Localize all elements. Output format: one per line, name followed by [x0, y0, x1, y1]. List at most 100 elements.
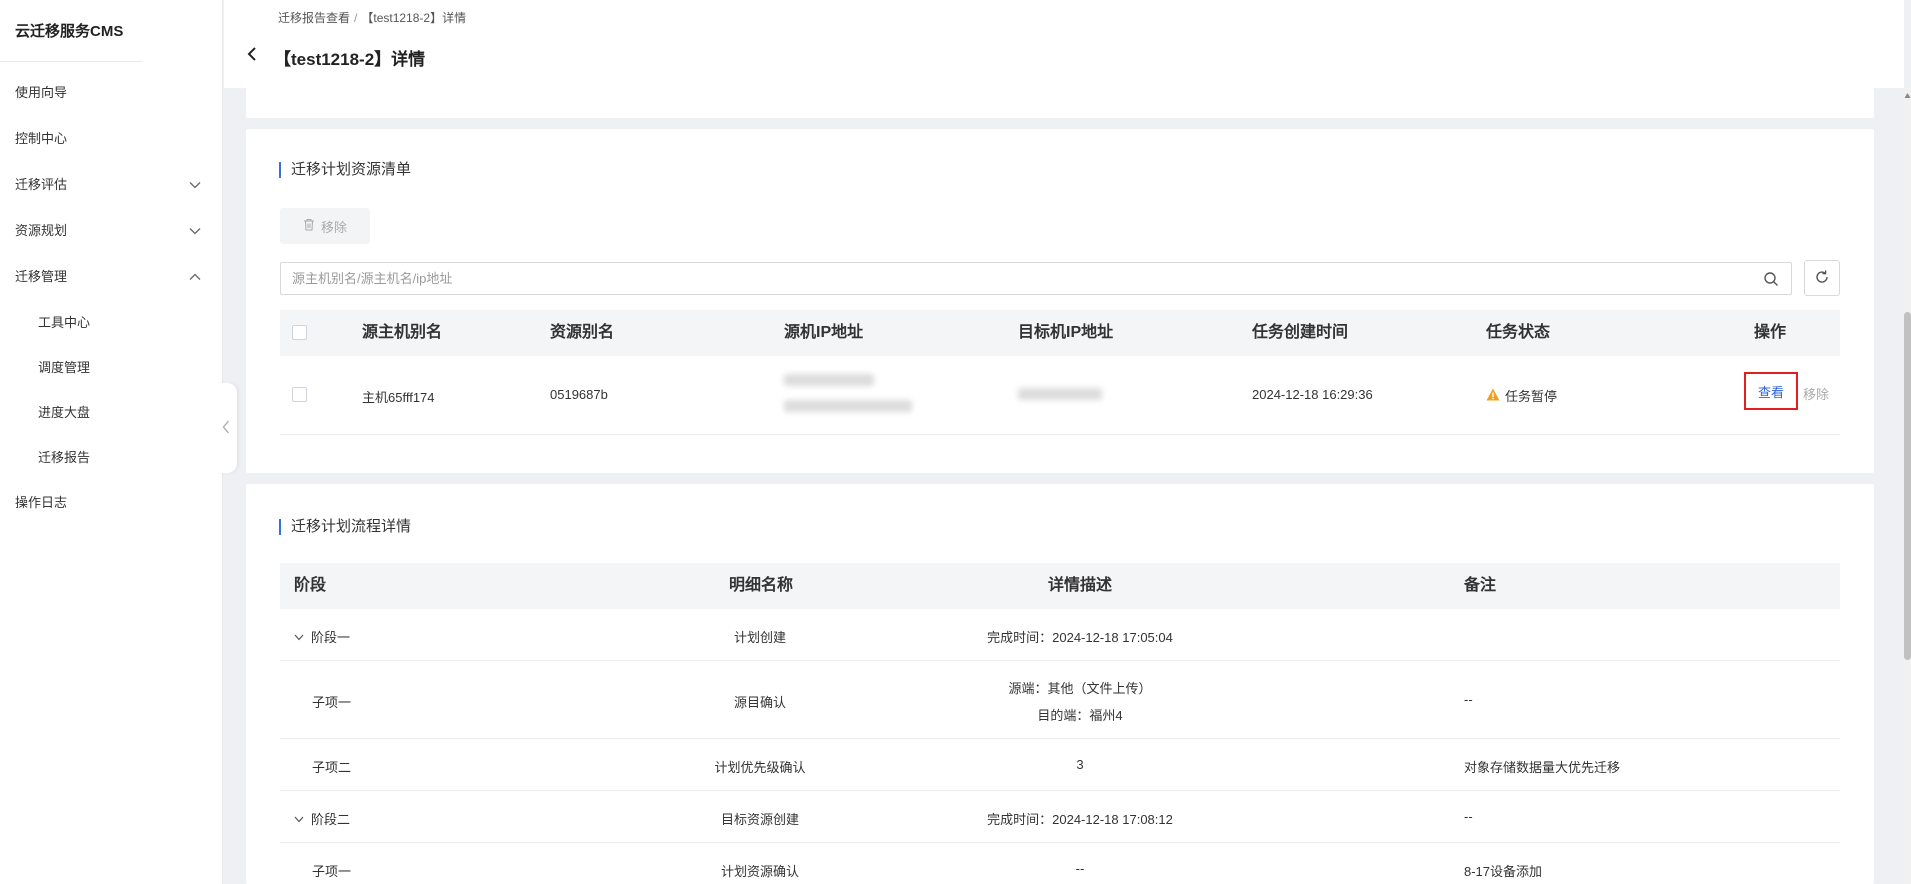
warning-icon [1486, 388, 1500, 404]
table-row: 子项一 计划资源确认 -- 8-17设备添加 [280, 843, 1840, 884]
column-header: 操作 [1754, 324, 1787, 341]
sidebar: 云迁移服务CMS 使用向导 控制中心 迁移评估 资源规划 迁移管理 工具中心 调… [0, 0, 223, 884]
detail-name-cell: 计划创建 [733, 630, 786, 645]
flow-table-header: 阶段 明细名称 详情描述 备注 [280, 563, 1840, 609]
stage-label: 阶段一 [311, 630, 351, 645]
created-time-cell: 2024-12-18 16:29:36 [1252, 387, 1373, 402]
page-title: 【test1218-2】详情 [274, 50, 426, 69]
chevron-left-icon [246, 47, 258, 65]
chevron-down-icon [188, 162, 202, 208]
sidebar-item-resource-planning[interactable]: 资源规划 [0, 208, 222, 254]
chevron-down-icon [294, 629, 304, 644]
column-header: 备注 [1464, 577, 1497, 594]
detail-name-cell: 源目确认 [733, 695, 786, 710]
host-alias-cell: 主机65fff174 [362, 390, 435, 405]
chevron-up-icon [188, 254, 202, 300]
column-header: 任务创建时间 [1252, 324, 1349, 341]
scroll-up-arrow-icon[interactable] [1904, 88, 1911, 98]
resource-alias-cell: 0519687b [550, 387, 608, 402]
back-button[interactable] [246, 46, 260, 62]
sidebar-item-operation-log[interactable]: 操作日志 [0, 480, 222, 526]
refresh-button[interactable] [1804, 260, 1840, 296]
resource-table-header: 源主机别名 资源别名 源机IP地址 目标机IP地址 任务创建时间 任务状态 操作 [280, 310, 1840, 356]
batch-remove-button[interactable]: 移除 [280, 208, 370, 244]
breadcrumb-link-report[interactable]: 迁移报告查看 [278, 11, 350, 25]
scrollbar-thumb[interactable] [1904, 312, 1911, 660]
chevron-down-icon [188, 208, 202, 254]
detail-desc-cell: 完成时间：2024-12-18 17:08:12 [987, 812, 1173, 827]
sidebar-item-label: 迁移评估 [15, 177, 68, 192]
breadcrumb: 迁移报告查看 / 【test1218-2】详情 [278, 9, 466, 26]
app-root: 云迁移服务CMS 使用向导 控制中心 迁移评估 资源规划 迁移管理 工具中心 调… [0, 0, 1911, 884]
status-cell: 任务暂停 [1486, 386, 1557, 405]
breadcrumb-current: 【test1218-2】详情 [361, 11, 467, 25]
column-header: 任务状态 [1486, 324, 1551, 341]
stage-label: 子项一 [312, 864, 352, 879]
column-header: 资源别名 [550, 324, 615, 341]
table-row: 阶段一 计划创建 完成时间：2024-12-18 17:05:04 [280, 609, 1840, 661]
stage-label: 阶段二 [311, 812, 351, 827]
sidebar-item-label: 进度大盘 [38, 405, 91, 420]
detail-desc-line: 目的端：福州4 [1037, 708, 1123, 723]
sidebar-item-label: 迁移管理 [15, 269, 68, 284]
table-row: 主机65fff174 0519687b 2024-12-18 16:29:36 … [280, 356, 1840, 435]
stage-label: 子项二 [312, 760, 352, 775]
note-cell: 8-17设备添加 [1464, 864, 1543, 879]
column-header: 目标机IP地址 [1018, 324, 1114, 341]
sidebar-item-label: 控制中心 [15, 131, 68, 146]
note-cell: -- [1464, 809, 1473, 824]
row-checkbox[interactable] [292, 387, 307, 402]
detail-desc-cell: 3 [1076, 757, 1084, 772]
view-link[interactable]: 查看 [1744, 372, 1798, 410]
stage-cell[interactable]: 阶段二 [294, 809, 350, 828]
sidebar-menu: 使用向导 控制中心 迁移评估 资源规划 迁移管理 工具中心 调度管理 进度大盘 … [0, 62, 222, 526]
detail-desc-line: 源端：其他（文件上传） [1008, 681, 1152, 696]
table-row: 阶段二 目标资源创建 完成时间：2024-12-18 17:08:12 -- [280, 791, 1840, 843]
remove-link[interactable]: 移除 [1803, 384, 1829, 403]
section-title-resources: 迁移计划资源清单 [279, 162, 411, 178]
chevron-left-icon [222, 420, 230, 437]
sidebar-item-migration-report[interactable]: 迁移报告 [0, 435, 222, 480]
sidebar-item-label: 调度管理 [38, 360, 91, 375]
main-content: 迁移报告查看 / 【test1218-2】详情 【test1218-2】详情 迁移计… [224, 0, 1904, 884]
sidebar-item-guide[interactable]: 使用向导 [0, 70, 222, 116]
table-row: 子项一 源目确认 源端：其他（文件上传） 目的端：福州4 -- [280, 661, 1840, 739]
chevron-down-icon [294, 811, 304, 826]
detail-name-cell: 计划优先级确认 [714, 760, 806, 775]
sidebar-item-control-center[interactable]: 控制中心 [0, 116, 222, 162]
sidebar-header: 云迁移服务CMS [0, 0, 222, 62]
sidebar-item-scheduling[interactable]: 调度管理 [0, 345, 222, 390]
sidebar-item-label: 操作日志 [15, 495, 68, 510]
sidebar-item-tool-center[interactable]: 工具中心 [0, 300, 222, 345]
resource-list-card: 迁移计划资源清单 移除 源主机别名 资 [246, 129, 1874, 473]
detail-desc-cell: -- [1075, 861, 1085, 876]
refresh-icon [1814, 269, 1830, 288]
sidebar-item-label: 迁移报告 [38, 450, 91, 465]
select-all-checkbox[interactable] [292, 325, 307, 340]
note-cell: -- [1464, 692, 1473, 707]
column-header: 源主机别名 [362, 324, 443, 341]
column-header: 详情描述 [1047, 577, 1112, 594]
search-box [280, 262, 1792, 295]
search-icon[interactable] [1763, 271, 1779, 287]
note-cell: 对象存储数据量大优先迁移 [1464, 760, 1621, 775]
search-input[interactable] [281, 263, 1791, 294]
sidebar-item-label: 工具中心 [38, 315, 91, 330]
detail-name-cell: 目标资源创建 [720, 812, 799, 827]
column-header: 源机IP地址 [784, 324, 864, 341]
trash-icon [303, 218, 315, 234]
batch-remove-label: 移除 [320, 219, 347, 235]
stage-label: 子项一 [312, 695, 352, 710]
sidebar-item-migration-assessment[interactable]: 迁移评估 [0, 162, 222, 208]
stage-cell[interactable]: 阶段一 [294, 627, 350, 646]
sidebar-item-label: 使用向导 [15, 85, 68, 100]
breadcrumb-separator: / [354, 11, 358, 25]
redacted-source-ip [784, 400, 912, 412]
sidebar-collapse-toggle[interactable] [215, 383, 237, 473]
status-label: 任务暂停 [1505, 389, 1558, 404]
redacted-source-ip [784, 374, 874, 386]
sidebar-item-migration-management[interactable]: 迁移管理 [0, 254, 222, 300]
app-title: 云迁移服务CMS [0, 0, 142, 62]
table-row: 子项二 计划优先级确认 3 对象存储数据量大优先迁移 [280, 739, 1840, 791]
sidebar-item-progress-dashboard[interactable]: 进度大盘 [0, 390, 222, 435]
